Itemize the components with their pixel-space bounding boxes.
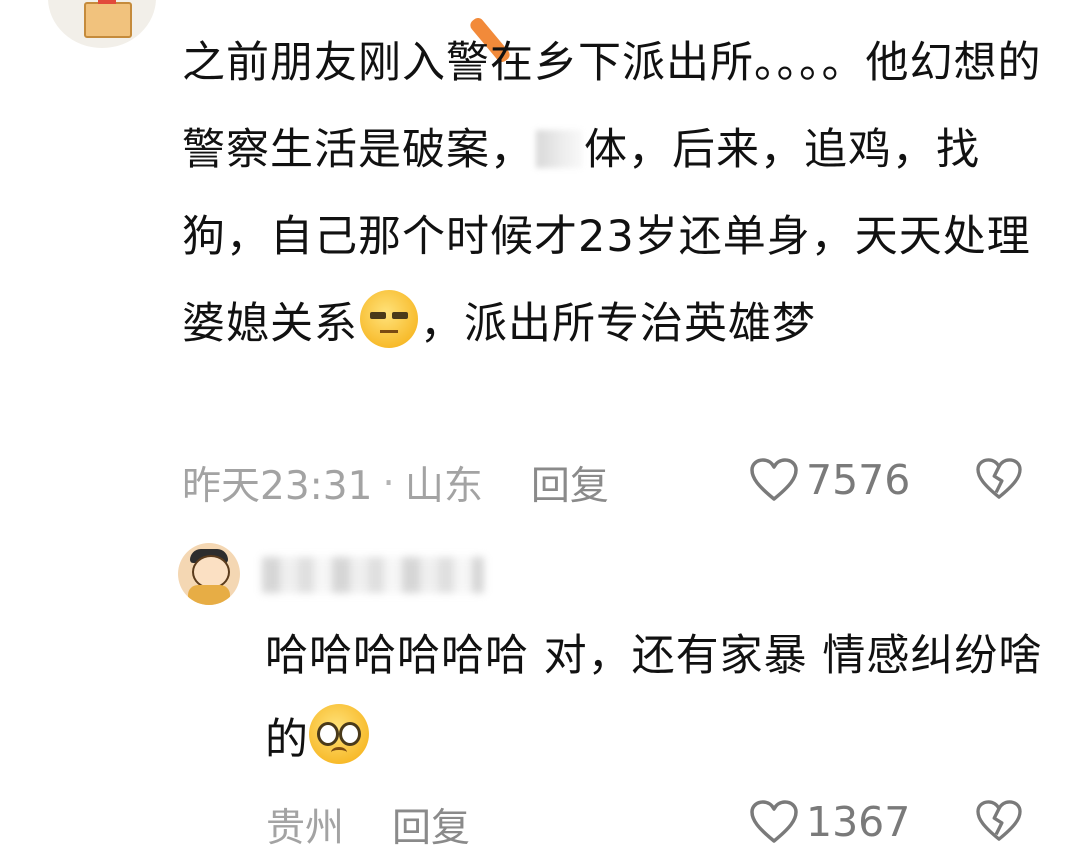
pleading-face-icon (309, 704, 369, 764)
comment-text-part3: ，派出所专治英雄梦 (420, 299, 816, 349)
reply-like-button[interactable]: 1367 (750, 798, 910, 846)
meta-separator: · (382, 460, 395, 506)
redacted-text (536, 130, 582, 168)
commenter-avatar[interactable] (48, 0, 156, 48)
reply-location: 贵州 (266, 806, 345, 851)
heart-icon (750, 458, 798, 501)
reply-reply-button[interactable]: 回复 (392, 797, 470, 853)
comment-timestamp: 昨天23:31 (182, 464, 373, 509)
gift-box-icon (84, 0, 132, 38)
reply-meta: 贵州 回复 (266, 797, 470, 853)
comment-body: 之前朋友刚入警在乡下派出所。。。。他幻想的警察生活是破案， 体，后来，追鸡，找狗，… (182, 20, 1042, 368)
broken-heart-icon (976, 800, 1022, 841)
comment-location: 山东 (404, 464, 483, 509)
like-count: 7576 (806, 456, 911, 504)
reply-body: 哈哈哈哈哈哈 对，还有家暴 情感纠纷啥的 (265, 614, 1055, 782)
reply-button[interactable]: 回复 (531, 455, 609, 511)
reply-like-count: 1367 (806, 798, 911, 846)
unamused-face-icon (360, 290, 418, 348)
like-button[interactable]: 7576 (750, 456, 910, 504)
reply-dislike-button[interactable] (976, 800, 1022, 846)
dislike-button[interactable] (976, 458, 1022, 504)
redacted-username (262, 557, 484, 593)
broken-heart-icon (976, 458, 1022, 499)
reply-text: 哈哈哈哈哈哈 对，还有家暴 情感纠纷啥的 (265, 631, 1043, 765)
reply-avatar[interactable] (178, 543, 240, 605)
heart-icon (750, 800, 798, 843)
comment-meta: 昨天23:31 · 山东 回复 (182, 455, 609, 511)
